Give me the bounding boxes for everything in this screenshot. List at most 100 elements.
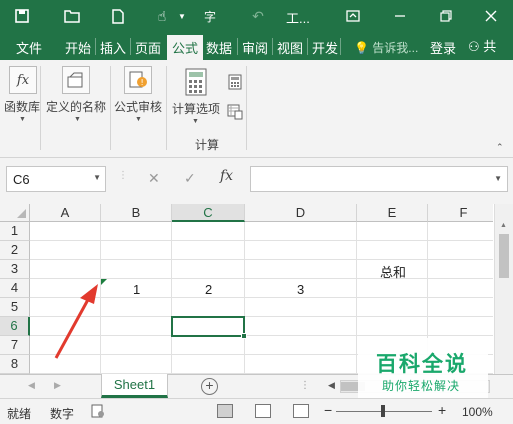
formula-auditing-button[interactable]: 公式审核 — [114, 98, 162, 115]
tab-view[interactable]: 视图 — [277, 38, 303, 57]
row-header-6[interactable]: 6 — [0, 317, 30, 336]
next-sheet-icon[interactable]: ▶ — [54, 380, 61, 391]
column-header-b[interactable]: B — [101, 204, 172, 222]
cell-d4[interactable]: 3 — [297, 282, 304, 297]
tab-insert[interactable]: 插入 — [100, 38, 126, 57]
status-ready: 就绪 — [7, 407, 32, 421]
tab-review[interactable]: 审阅 — [242, 38, 268, 57]
close-icon[interactable] — [481, 6, 501, 26]
row-header-1[interactable]: 1 — [0, 222, 30, 241]
watermark-subtitle: 助你轻松解决 — [382, 379, 461, 393]
select-all-button[interactable] — [0, 204, 30, 222]
column-header-e[interactable]: E — [357, 204, 428, 222]
tell-me-box[interactable]: 💡 告诉我... — [354, 39, 418, 56]
calculation-options-button[interactable]: 计算选项 — [172, 100, 220, 117]
open-icon[interactable] — [62, 6, 82, 26]
zoom-in-icon[interactable]: + — [438, 402, 446, 418]
touch-mode-icon[interactable]: ☝ — [152, 6, 172, 26]
row-header-5[interactable]: 5 — [0, 298, 30, 317]
page-layout-view-icon[interactable] — [255, 404, 271, 418]
calculation-group-label: 计算 — [195, 138, 220, 152]
selected-cell[interactable] — [171, 316, 247, 339]
column-header-f[interactable]: F — [428, 204, 493, 222]
spelling-icon[interactable]: 字 — [200, 6, 220, 26]
row-header-7[interactable]: 7 — [0, 336, 30, 355]
ribbon-tabs: 文件 开始 插入 页面 公式 数据 审阅 视图 开发 💡 告诉我... 登录 ⚇… — [0, 32, 513, 60]
prev-sheet-icon[interactable]: ◀ — [28, 380, 35, 391]
collapse-ribbon-icon[interactable]: ⌃ — [496, 142, 504, 153]
add-sheet-button[interactable]: + — [201, 378, 218, 395]
chevron-down-icon[interactable]: ▼ — [172, 6, 192, 26]
cancel-icon[interactable]: ✕ — [148, 170, 160, 187]
chevron-down-icon[interactable]: ▼ — [74, 116, 81, 123]
vertical-scroll-thumb[interactable] — [499, 234, 509, 278]
name-manager-icon[interactable] — [62, 66, 90, 94]
chevron-down-icon[interactable]: ▼ — [192, 118, 199, 125]
cell-c4[interactable]: 2 — [205, 282, 212, 297]
insert-function-button[interactable]: fx — [220, 168, 233, 184]
window-title: 工... — [286, 11, 310, 26]
watermark-title: 百科全说 — [376, 353, 468, 376]
formula-bar: C6 ▼ ⋮ ✕ ✓ fx ▼ — [0, 158, 513, 204]
row-header-3[interactable]: 3 — [0, 260, 30, 279]
row-header-8[interactable]: 8 — [0, 355, 30, 374]
defined-names-button[interactable]: 定义的名称 — [46, 98, 106, 115]
function-icon[interactable]: fx — [9, 66, 37, 94]
chevron-down-icon[interactable]: ▼ — [135, 116, 142, 123]
row-header-2[interactable]: 2 — [0, 241, 30, 260]
formula-input[interactable]: ▼ — [250, 166, 508, 192]
tab-formulas[interactable]: 公式 — [167, 35, 204, 60]
ribbon-display-icon[interactable] — [343, 6, 363, 26]
column-header-c[interactable]: C — [172, 204, 245, 222]
cell-e3[interactable]: 总和 — [380, 262, 406, 281]
tab-home[interactable]: 开始 — [65, 38, 91, 57]
function-library-button[interactable]: 函数库 — [4, 98, 40, 115]
new-icon[interactable] — [108, 6, 128, 26]
zoom-slider-thumb[interactable] — [381, 405, 385, 417]
ribbon: fx 函数库 ▼ 定义的名称 ▼ ! 公式审核 ▼ 计算选项 ▼ 计算 ⌃ — [0, 60, 513, 158]
column-header-a[interactable]: A — [30, 204, 101, 222]
grip-icon[interactable]: ⋮ — [118, 170, 128, 181]
name-box[interactable]: C6 ▼ — [6, 166, 106, 192]
restore-icon[interactable] — [436, 6, 456, 26]
page-break-view-icon[interactable] — [293, 404, 309, 418]
login-button[interactable]: 登录 — [430, 38, 456, 57]
undo-icon[interactable]: ↶ — [248, 6, 268, 26]
status-numlock: 数字 — [50, 407, 75, 421]
watermark-logo: 百科全说 助你轻松解决 — [358, 338, 488, 398]
tab-file[interactable]: 文件 — [16, 38, 42, 57]
sheet-tab-sheet1[interactable]: Sheet1 — [101, 374, 168, 398]
minimize-icon[interactable] — [390, 6, 410, 26]
tell-me-label: 告诉我... — [372, 41, 419, 55]
split-handle-icon[interactable]: ⋮ — [300, 380, 310, 391]
enter-icon[interactable]: ✓ — [184, 170, 196, 187]
macro-record-icon[interactable] — [91, 404, 105, 421]
status-bar: 就绪 数字 − + 100% — [0, 398, 513, 424]
calculator-icon[interactable] — [182, 68, 210, 96]
fill-handle[interactable] — [241, 333, 247, 339]
chevron-down-icon[interactable]: ▼ — [19, 116, 26, 123]
scroll-left-icon[interactable]: ◀ — [328, 380, 335, 391]
column-header-d[interactable]: D — [245, 204, 357, 222]
scroll-up-icon[interactable]: ▲ — [500, 222, 507, 229]
share-button[interactable]: ⚇ 共 — [468, 36, 513, 58]
calculate-now-icon[interactable] — [228, 74, 242, 93]
tab-developer[interactable]: 开发 — [312, 38, 338, 57]
annotation-arrow-icon — [54, 284, 98, 359]
cell-b4[interactable]: 1 — [133, 282, 140, 297]
chevron-down-icon[interactable]: ▼ — [93, 173, 101, 182]
zoom-level[interactable]: 100% — [462, 405, 493, 419]
vertical-scrollbar[interactable]: ▲ — [494, 204, 513, 374]
normal-view-icon[interactable] — [217, 404, 233, 418]
expand-formula-bar-icon[interactable]: ▼ — [494, 174, 502, 183]
title-bar: ☝ ▼ 字 ↶ 工... — [0, 0, 513, 32]
tab-page-layout[interactable]: 页面 — [135, 38, 161, 57]
tab-data[interactable]: 数据 — [206, 38, 232, 57]
name-box-value: C6 — [13, 172, 30, 187]
formula-auditing-icon[interactable]: ! — [124, 66, 152, 94]
save-icon[interactable] — [12, 6, 32, 26]
zoom-out-icon[interactable]: − — [324, 402, 332, 418]
calculate-sheet-icon[interactable] — [227, 104, 243, 123]
share-label: 共 — [483, 39, 497, 54]
row-header-4[interactable]: 4 — [0, 279, 30, 298]
